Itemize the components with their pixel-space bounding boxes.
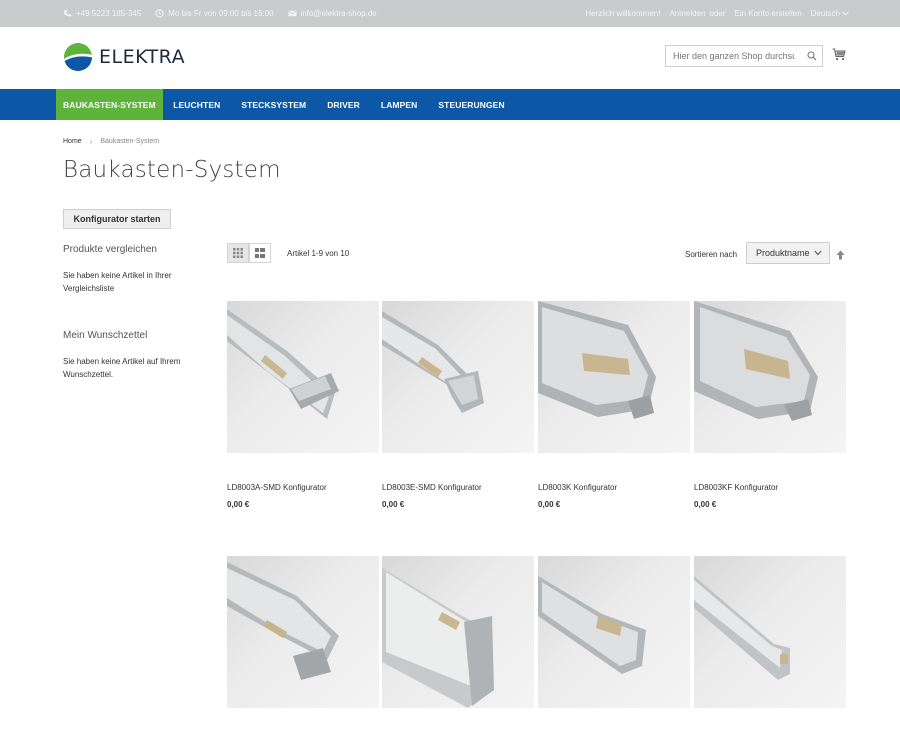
email-address: info@elektra-shop.de — [300, 9, 377, 18]
sort-direction-arrow-icon[interactable] — [836, 250, 845, 260]
top-bar: +49 5223 185-345 Mo bis Fr von 09:00 bis… — [0, 0, 900, 27]
language-switcher[interactable]: Deutsch — [811, 9, 849, 18]
nav-item-lampen[interactable]: LAMPEN — [370, 89, 428, 120]
product-image[interactable] — [227, 556, 379, 708]
product-item — [694, 556, 846, 708]
product-item — [382, 556, 534, 708]
sort-select[interactable]: Produktname — [746, 242, 830, 264]
wishlist-empty-text: Sie haben keine Artikel auf Ihrem Wunsch… — [63, 357, 181, 379]
nav-item-stecksystem[interactable]: STECKSYSTEM — [231, 89, 317, 120]
wishlist-title: Mein Wunschzettel — [63, 330, 148, 341]
breadcrumb: Home › Baukasten-System — [63, 137, 159, 146]
sort-label: Sortieren nach — [685, 250, 738, 259]
led-profile-image — [694, 576, 790, 680]
breadcrumb-separator: › — [89, 137, 93, 146]
product-item — [538, 556, 690, 708]
breadcrumb-home-link[interactable]: Home — [63, 138, 82, 145]
compare-title: Produkte vergleichen — [63, 244, 157, 255]
product-name-link[interactable]: LD8003K Konfigurator — [538, 483, 690, 492]
breadcrumb-current: Baukasten-System — [100, 138, 160, 145]
product-item: LD8003K Konfigurator 0,00 € — [538, 301, 690, 509]
product-item: LD8003E-SMD Konfigurator 0,00 € — [382, 301, 534, 509]
product-name-link[interactable]: LD8003E-SMD Konfigurator — [382, 483, 534, 492]
search-icon[interactable] — [807, 51, 817, 61]
product-image[interactable] — [538, 301, 690, 453]
chevron-down-icon — [814, 250, 822, 256]
product-name-link[interactable]: LD8003A-SMD Konfigurator — [227, 483, 379, 492]
cart-icon[interactable] — [832, 48, 846, 61]
logo-text: ELEKTRA — [99, 46, 186, 68]
login-link[interactable]: Anmelden — [669, 9, 705, 18]
list-icon — [255, 248, 265, 258]
register-link[interactable]: Ein Konto erstellen — [734, 9, 801, 18]
or-text: oder — [709, 9, 726, 18]
product-item — [227, 556, 379, 708]
search-input[interactable] — [666, 46, 802, 66]
elektra-logo-icon — [64, 43, 92, 71]
toolbar-amount: Artikel 1-9 von 10 — [287, 249, 350, 258]
view-mode-switcher — [227, 243, 271, 263]
product-price: 0,00 € — [382, 500, 405, 509]
header: ELEKTRA — [0, 27, 900, 89]
product-image[interactable] — [382, 301, 534, 453]
product-image[interactable] — [694, 556, 846, 708]
product-price: 0,00 € — [538, 500, 561, 509]
nav-item-driver[interactable]: DRIVER — [317, 89, 371, 120]
phone-info[interactable]: +49 5223 185-345 — [63, 9, 141, 18]
sort-selected-value: Produktname — [756, 248, 810, 258]
nav-item-baukasten-system[interactable]: BAUKASTEN-SYSTEM — [56, 89, 163, 120]
product-price: 0,00 € — [227, 500, 250, 509]
led-profile-image — [227, 309, 339, 419]
led-profile-image — [694, 301, 818, 421]
chevron-down-icon — [842, 11, 849, 16]
opening-hours: Mo bis Fr von 09:00 bis 16:00 — [168, 9, 274, 18]
compare-block: Produkte vergleichen Sie haben keine Art… — [63, 244, 203, 295]
email-info[interactable]: info@elektra-shop.de — [287, 9, 377, 18]
main-navigation: BAUKASTEN-SYSTEM LEUCHTEN STECKSYSTEM DR… — [0, 89, 900, 120]
led-profile-image — [538, 576, 646, 674]
phone-icon — [63, 9, 72, 17]
product-item: LD8003A-SMD Konfigurator 0,00 € — [227, 301, 379, 509]
led-profile-image — [382, 568, 494, 708]
product-image[interactable] — [227, 301, 379, 453]
product-image[interactable] — [538, 556, 690, 708]
led-profile-image — [227, 562, 339, 680]
clock-icon — [155, 9, 164, 18]
search-box — [665, 45, 823, 67]
wishlist-block: Mein Wunschzettel Sie haben keine Artike… — [63, 330, 203, 381]
product-image[interactable] — [694, 301, 846, 453]
led-profile-image — [538, 301, 656, 419]
compare-empty-text: Sie haben keine Artikel in Ihrer Verglei… — [63, 271, 172, 293]
led-profile-image — [382, 311, 484, 413]
grid-view-button[interactable] — [227, 243, 249, 263]
nav-item-steuerungen[interactable]: STEUERUNGEN — [428, 89, 515, 120]
mail-icon — [287, 10, 297, 17]
hours-info: Mo bis Fr von 09:00 bis 16:00 — [155, 9, 274, 18]
product-image[interactable] — [382, 556, 534, 708]
nav-item-leuchten[interactable]: LEUCHTEN — [163, 89, 231, 120]
phone-number: +49 5223 185-345 — [76, 9, 142, 18]
list-view-button[interactable] — [249, 243, 271, 263]
grid-icon — [233, 248, 243, 258]
language-label: Deutsch — [810, 9, 840, 18]
product-name-link[interactable]: LD8003KF Konfigurator — [694, 483, 846, 492]
product-price: 0,00 € — [694, 500, 717, 509]
welcome-text: Herzlich willkommen! — [585, 9, 661, 18]
page-title: Baukasten-System — [63, 157, 281, 183]
configurator-start-button[interactable]: Konfigurator starten — [63, 209, 171, 229]
product-item: LD8003KF Konfigurator 0,00 € — [694, 301, 846, 509]
logo[interactable]: ELEKTRA — [63, 42, 185, 72]
